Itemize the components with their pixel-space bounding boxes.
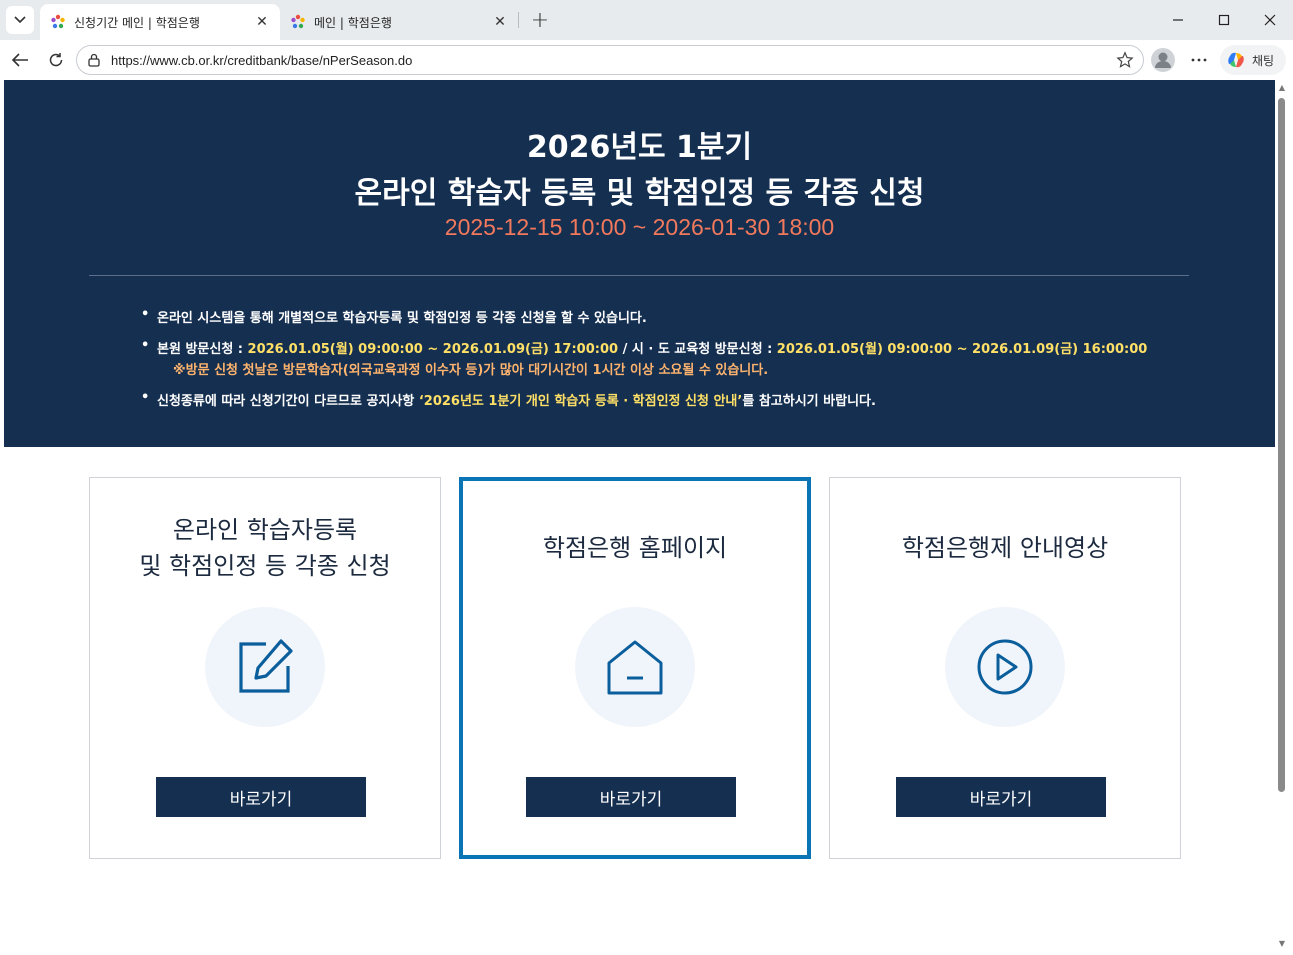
notice-label: 본원 방문신청 : [157, 342, 248, 357]
tab-separator [518, 12, 519, 28]
play-icon [977, 639, 1033, 695]
arrow-left-icon [11, 53, 28, 67]
site-favicon-icon [291, 14, 305, 29]
favorite-star-icon[interactable] [1113, 48, 1137, 72]
user-avatar-icon [1151, 48, 1175, 72]
copilot-icon [1228, 52, 1244, 68]
copilot-label: 채팅 [1252, 53, 1275, 68]
scroll-down-arrow-icon[interactable]: ▼ [1278, 940, 1286, 948]
maximize-button[interactable] [1201, 0, 1247, 40]
tab-actions-button[interactable] [6, 6, 34, 34]
more-options-button[interactable] [1186, 47, 1212, 73]
notice-subnote: ※방문 신청 첫날은 방문학습자(외국교육과정 이수자 등)가 많아 대기시간이… [157, 359, 1197, 378]
site-favicon-icon [51, 14, 65, 29]
notice-highlight-link: ‘2026년도 1분기 개인 학습자 등록 · 학점인정 신청 안내’ [418, 394, 743, 409]
hero-title-line2: 온라인 학습자 등록 및 학점인정 등 각종 신청 [354, 176, 925, 211]
chevron-down-icon [14, 16, 26, 24]
scrollbar-thumb[interactable] [1278, 98, 1285, 792]
notice-period: 2026.01.05(월) 09:00:00 ~ 2026.01.09(금) 1… [247, 342, 619, 357]
tab-bar: 신청기간 메인 | 학점은행 ✕ 메인 | 학점은행 ✕ + [0, 0, 1293, 40]
profile-avatar[interactable] [1150, 47, 1176, 73]
application-period: 2025-12-15 10:00 ~ 2026-01-30 18:00 [444, 214, 835, 240]
close-icon [1264, 14, 1276, 26]
scroll-up-arrow-icon[interactable]: ▲ [1278, 84, 1286, 92]
hero-banner: 2026년도 1분기 온라인 학습자 등록 및 학점인정 등 각종 신청 202… [4, 80, 1275, 447]
back-button[interactable] [6, 46, 34, 74]
tab-title: 메인 | 학점은행 [314, 15, 392, 30]
card-title-line1: 온라인 학습자등록 [172, 516, 358, 544]
tab-title: 신청기간 메인 | 학점은행 [74, 15, 200, 30]
more-horizontal-icon [1191, 58, 1207, 62]
tab-inactive[interactable]: 메인 | 학점은행 ✕ [280, 4, 518, 40]
close-window-button[interactable] [1247, 0, 1293, 40]
home-icon [607, 640, 663, 695]
copilot-chat-button[interactable]: 채팅 [1220, 45, 1286, 75]
notice-list: 온라인 시스템을 통해 개별적으로 학습자등록 및 학점인정 등 각종 신청을 … [141, 307, 1197, 409]
notice-item: 온라인 시스템을 통해 개별적으로 학습자등록 및 학점인정 등 각종 신청을 … [141, 307, 1197, 326]
card-online-application[interactable]: 온라인 학습자등록 및 학점인정 등 각종 신청 바로가기 [89, 477, 441, 859]
browser-toolbar: https://www.cb.or.kr/creditbank/base/nPe… [0, 40, 1293, 80]
edit-icon-circle [205, 607, 325, 727]
tab-active[interactable]: 신청기간 메인 | 학점은행 ✕ [40, 4, 280, 40]
notice-subnote-text: ※방문 신청 첫날은 방문학습자(외국교육과정 이수자 등)가 많아 대기시간이… [173, 363, 769, 378]
new-tab-button[interactable]: + [526, 6, 554, 34]
site-info-icon[interactable] [87, 53, 101, 67]
hero-divider [89, 275, 1189, 276]
card-homepage[interactable]: 학점은행 홈페이지 바로가기 [459, 477, 811, 859]
hero-title-line1: 2026년도 1분기 [526, 130, 753, 165]
notice-item: 신청종류에 따라 신청기간이 다르므로 공지사항 ‘2026년도 1분기 개인 … [141, 390, 1197, 409]
card-guide-video[interactable]: 학점은행제 안내영상 바로가기 [829, 477, 1181, 859]
minimize-icon [1173, 19, 1183, 21]
address-bar[interactable]: https://www.cb.or.kr/creditbank/base/nPe… [76, 45, 1144, 75]
notice-item: 본원 방문신청 : 2026.01.05(월) 09:00:00 ~ 2026.… [141, 338, 1197, 357]
play-icon-circle [945, 607, 1065, 727]
close-tab-icon[interactable]: ✕ [492, 14, 508, 30]
reload-icon [49, 53, 63, 67]
card-title-line2: 및 학점인정 등 각종 신청 [139, 552, 391, 580]
home-icon-circle [575, 607, 695, 727]
maximize-icon [1218, 14, 1230, 26]
notice-period: 2026.01.05(월) 09:00:00 ~ 2026.01.09(금) 1… [776, 342, 1148, 357]
notice-text: 신청종류에 따라 신청기간이 다르므로 공지사항 [157, 394, 419, 409]
go-button-guide-video[interactable]: 바로가기 [896, 777, 1106, 817]
edit-icon [239, 639, 293, 693]
reload-button[interactable] [42, 46, 70, 74]
page-viewport: 2026년도 1분기 온라인 학습자 등록 및 학점인정 등 각종 신청 202… [4, 80, 1275, 950]
vertical-scrollbar[interactable]: ▲ ▼ [1275, 80, 1289, 950]
card-title: 학점은행 홈페이지 [542, 534, 728, 562]
notice-text: 온라인 시스템을 통해 개별적으로 학습자등록 및 학점인정 등 각종 신청을 … [157, 311, 647, 326]
notice-label: / 시 · 도 교육청 방문신청 : [618, 342, 777, 357]
notice-text: 를 참고하시기 바랍니다. [742, 394, 876, 409]
card-title: 학점은행제 안내영상 [901, 534, 1109, 562]
minimize-button[interactable] [1155, 0, 1201, 40]
go-button-homepage[interactable]: 바로가기 [526, 777, 736, 817]
url-text[interactable]: https://www.cb.or.kr/creditbank/base/nPe… [111, 53, 1113, 68]
go-button-online-application[interactable]: 바로가기 [156, 777, 366, 817]
close-tab-icon[interactable]: ✕ [254, 14, 270, 30]
